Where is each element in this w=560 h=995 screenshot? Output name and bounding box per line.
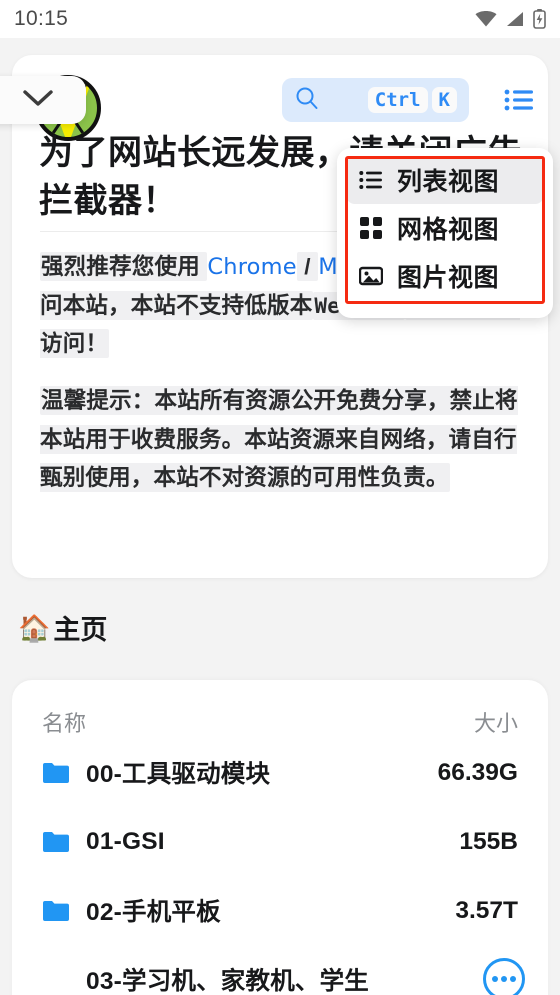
file-name: 00-工具驱动模块 [86,761,271,788]
file-size: 66.39G [437,758,518,786]
file-size: 155B [459,827,518,855]
menu-item-grid-view[interactable]: 网格视图 [346,204,544,252]
page-content: Ctrl K 为了网站长远发展，请关闭广告拦截器！ 强烈推荐您使用 Chrome… [0,38,560,995]
menu-item-label: 网格视图 [397,216,500,244]
file-name: 03-学习机、家教机、学生 [86,968,370,995]
shortcut-key: K [431,86,457,114]
column-header-size: 大小 [473,711,518,736]
file-size: 3.57T [455,896,518,924]
folder-icon [42,761,72,784]
grid-view-icon [358,217,384,239]
shortcut-modifier-key: Ctrl [367,86,428,114]
battery-charging-icon [533,9,546,29]
notice-seg: 温馨提示：本站所有资源公开免费分享，禁止将本站用于收费服务。本站资源来自网络，请… [40,386,518,493]
three-dots-icon [510,976,516,982]
notice-paragraph-tips: 温馨提示：本站所有资源公开免费分享，禁止将本站用于收费服务。本站资源来自网络，请… [40,382,532,498]
column-header-name: 名称 [42,711,87,736]
table-row[interactable]: 03-学习机、家教机、学生 [12,945,548,995]
search-shortcut: Ctrl K [367,86,457,114]
view-toggle-button[interactable] [501,83,537,117]
table-row[interactable]: 01-GSI 155B [12,807,548,876]
view-mode-dropdown[interactable]: 列表视图 网格视图 图片视图 [337,148,553,318]
more-options-button[interactable] [483,958,525,995]
menu-item-image-view[interactable]: 图片视图 [346,252,544,300]
notice-seg: 强烈推荐您使用 [40,252,208,281]
menu-item-label: 列表视图 [397,168,500,196]
menu-item-list-view[interactable]: 列表视图 [346,156,544,204]
menu-item-label: 图片视图 [397,264,500,292]
search-icon [294,85,320,116]
notice-seg: / [296,252,319,281]
chrome-link[interactable]: Chrome [207,254,296,280]
search-bar[interactable]: Ctrl K [282,78,469,122]
folder-icon [42,899,72,922]
status-time: 10:15 [14,7,69,30]
image-view-icon [358,266,384,286]
app-root: 10:15 Ctrl K 为了网站长远发展，请关闭广告拦截器！ 强烈推荐您使用 … [0,0,560,995]
status-bar: 10:15 [0,0,560,38]
chevron-down-icon [22,88,54,113]
table-row[interactable]: 02-手机平板 3.57T [12,876,548,945]
table-row[interactable]: 00-工具驱动模块 66.39G [12,738,548,807]
file-name: 01-GSI [86,827,165,855]
signal-icon [506,11,524,27]
folder-icon [42,830,72,853]
list-view-icon [358,170,384,190]
breadcrumb-label[interactable]: 主页 [53,608,107,647]
file-list: 名称 大小 00-工具驱动模块 66.39G 01-GSI 155B 02-手机… [12,680,548,995]
collapse-panel[interactable] [0,76,86,124]
file-list-header: 名称 大小 [12,680,548,738]
file-name: 02-手机平板 [86,899,221,926]
three-dots-icon [501,976,507,982]
breadcrumb[interactable]: 🏠 主页 [18,608,107,647]
wifi-icon [475,11,497,27]
home-icon: 🏠 [18,612,51,643]
three-dots-icon [492,976,498,982]
status-icons [475,9,546,29]
